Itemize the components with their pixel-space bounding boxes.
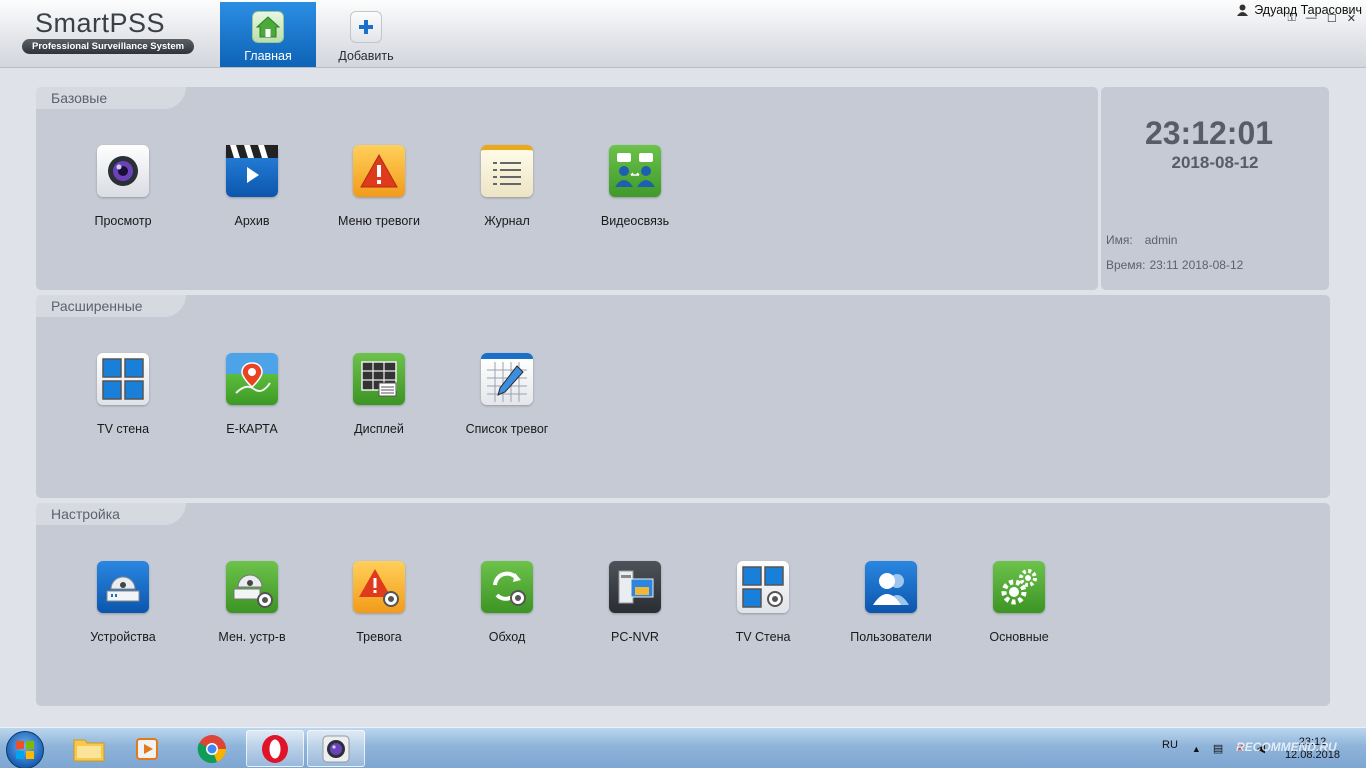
clock-date: 2018-08-12 [1171, 153, 1259, 172]
media-player-icon [136, 737, 158, 760]
gears-icon [993, 561, 1045, 613]
app-tv-wall-settings-label: TV Стена [735, 630, 791, 644]
maximize-icon[interactable]: ☐ [1327, 12, 1337, 25]
app-archive-label: Архив [234, 214, 270, 228]
app-general-label: Основные [989, 630, 1049, 644]
panel-basic: Базовые Просмотр Архив Меню тревоги Журн… [36, 87, 1098, 290]
smartpss-icon [322, 735, 350, 762]
info-time-row: Время: 23:11 2018-08-12 [1106, 258, 1243, 272]
tour-refresh-icon [481, 561, 533, 613]
plus-icon [350, 11, 382, 43]
tab-home-label: Главная [244, 49, 292, 63]
windows-logo-icon [16, 741, 34, 759]
user-icon [1237, 4, 1249, 16]
tab-add-label: Добавить [338, 49, 394, 63]
app-log-label: Журнал [484, 214, 530, 228]
app-alarm-settings[interactable]: Тревога [324, 561, 434, 644]
logo-title: SmartPSS [35, 8, 166, 38]
app-device-manager[interactable]: Мен. устр-в [197, 561, 307, 644]
app-header: SmartPSS Professional Surveillance Syste… [0, 0, 1366, 68]
app-display[interactable]: Дисплей [324, 353, 434, 436]
display-grid-icon [353, 353, 405, 405]
clapperboard-play-icon [226, 145, 278, 197]
tab-home[interactable]: Главная [220, 2, 316, 67]
notepad-icon [481, 145, 533, 197]
app-video-talk[interactable]: Видеосвязь [580, 145, 690, 228]
app-tour[interactable]: Обход [452, 561, 562, 644]
info-time-label: Время: [1106, 258, 1146, 272]
tray-expand-icon[interactable]: ▲ [1192, 744, 1201, 754]
app-device-manager-label: Мен. устр-в [218, 630, 286, 644]
chrome-icon [197, 734, 226, 763]
app-display-label: Дисплей [354, 422, 404, 436]
panel-settings: Настройка Устройства Мен. устр-в Тревога… [36, 503, 1330, 706]
start-button[interactable] [6, 731, 44, 768]
tab-add[interactable]: Добавить [318, 2, 414, 67]
clock-time: 23:12:01 [1144, 115, 1274, 151]
users-icon [865, 561, 917, 613]
app-tv-wall-label: TV стена [96, 422, 150, 436]
app-alarm-settings-label: Тревога [356, 630, 402, 644]
watermark: RECOMMEND.RU [1236, 740, 1337, 754]
dome-camera-gear-icon [226, 561, 278, 613]
camera-lens-icon [97, 145, 149, 197]
app-video-talk-label: Видеосвязь [600, 214, 670, 228]
action-center-icon[interactable]: ▤ [1213, 742, 1223, 755]
app-general[interactable]: Основные [964, 561, 1074, 644]
folder-icon [73, 739, 105, 761]
opera-icon [262, 734, 288, 763]
window-controls: ⚿ — ☐ ✕ [1288, 12, 1356, 25]
tv-wall-icon [97, 353, 149, 405]
app-emap-label: E-КАРТА [226, 422, 278, 436]
info-user-value: admin [1144, 233, 1178, 247]
logo: SmartPSS Professional Surveillance Syste… [22, 8, 200, 54]
minimize-icon[interactable]: — [1306, 12, 1317, 25]
info-user-label: Имя: [1106, 233, 1133, 247]
app-tour-label: Обход [488, 630, 526, 644]
app-devices[interactable]: Устройства [68, 561, 178, 644]
info-user-row: Имя: admin [1106, 233, 1177, 247]
logo-subtitle: Professional Surveillance System [22, 39, 194, 54]
pc-nvr-icon [609, 561, 661, 613]
app-alarm-list[interactable]: Список тревог [452, 353, 562, 436]
app-alarm-menu[interactable]: Меню тревоги [324, 145, 434, 228]
home-icon [252, 11, 284, 43]
map-pin-icon [226, 353, 278, 405]
app-pc-nvr[interactable]: PC-NVR [580, 561, 690, 644]
app-users[interactable]: Пользователи [836, 561, 946, 644]
language-indicator[interactable]: RU [1162, 739, 1178, 751]
panel-settings-title: Настройка [36, 503, 186, 525]
taskbar-opera[interactable] [246, 730, 304, 767]
app-pc-nvr-label: PC-NVR [611, 630, 659, 644]
taskbar-explorer[interactable] [60, 730, 118, 767]
app-archive[interactable]: Архив [197, 145, 307, 228]
app-devices-label: Устройства [90, 630, 156, 644]
clock-panel: 23:12:01 2018-08-12 Имя: admin Время: 23:1… [1101, 87, 1329, 290]
taskbar: RU ▲ ▤ ✕ ◀ 23:12 12.08.2018 RECOMMEND.RU [0, 727, 1366, 768]
app-live-view-label: Просмотр [94, 214, 152, 228]
app-log[interactable]: Журнал [452, 145, 562, 228]
app-tv-wall-settings[interactable]: TV Стена [708, 561, 818, 644]
alarm-gear-icon [353, 561, 405, 613]
calendar-pencil-icon [481, 353, 533, 405]
taskbar-media-player[interactable] [120, 730, 178, 767]
app-tv-wall[interactable]: TV стена [68, 353, 178, 436]
panel-basic-title: Базовые [36, 87, 186, 109]
dome-camera-icon [97, 561, 149, 613]
close-icon[interactable]: ✕ [1347, 12, 1356, 25]
taskbar-chrome[interactable] [183, 730, 241, 767]
info-time-value: 23:11 2018-08-12 [1149, 258, 1244, 272]
app-alarm-menu-label: Меню тревоги [338, 214, 420, 228]
alarm-warning-icon [353, 145, 405, 197]
app-alarm-list-label: Список тревог [465, 422, 549, 436]
panel-advanced-title: Расширенные [36, 295, 186, 317]
tv-wall-gear-icon [737, 561, 789, 613]
lock-icon[interactable]: ⚿ [1288, 12, 1296, 25]
app-users-label: Пользователи [850, 630, 932, 644]
panel-advanced: Расширенные TV стена E-КАРТА Дисплей Спи… [36, 295, 1330, 498]
taskbar-smartpss[interactable] [307, 730, 365, 767]
app-emap[interactable]: E-КАРТА [197, 353, 307, 436]
app-live-view[interactable]: Просмотр [68, 145, 178, 228]
video-talk-icon [609, 145, 661, 197]
